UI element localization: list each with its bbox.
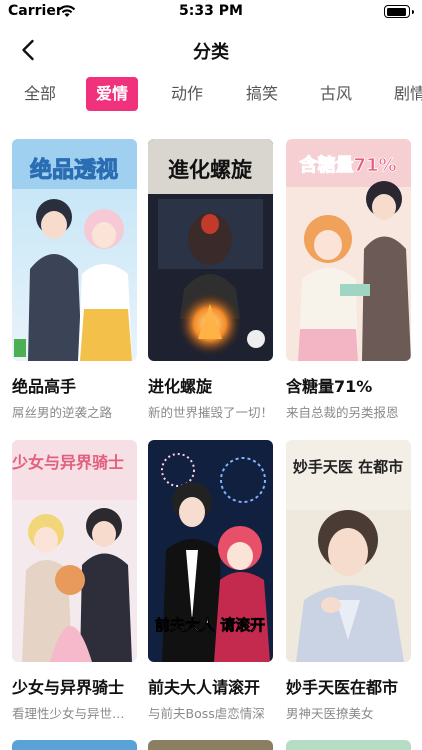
tab-action[interactable]: 动作 — [161, 77, 213, 111]
comic-cover: 妙手天医 在都市 — [286, 440, 411, 662]
comic-subtitle: 与前夫Boss虐恋情深 — [148, 706, 265, 721]
cover-title-text: 進化螺旋 — [168, 157, 253, 182]
page-title: 分类 — [193, 42, 229, 63]
tab-comedy[interactable]: 搞笑 — [236, 77, 288, 111]
clock: 5:33 PM — [179, 3, 243, 19]
cover-title-text: 绝品透视 — [30, 157, 118, 183]
comic-cover-partial[interactable] — [286, 740, 411, 750]
comic-title: 进化螺旋 — [148, 377, 213, 396]
comic-subtitle: 新的世界摧毁了一切！ — [148, 405, 273, 420]
comic-cover: 前夫大人 请滚开 — [148, 440, 273, 662]
cover-title-text: 含糖量71% — [299, 154, 396, 176]
status-bar: Carrier 5:33 PM — [0, 0, 422, 26]
comic-subtitle: 男神天医撩美女 — [286, 706, 374, 721]
cover-title-text: 少女与异界骑士 — [12, 453, 124, 472]
cover-title-text: 前夫大人 请滚开 — [155, 616, 265, 634]
tab-all[interactable]: 全部 — [14, 77, 66, 111]
battery-icon — [384, 5, 414, 18]
comic-subtitle: 看理性少女与异世界骑士 — [12, 706, 137, 721]
comic-card[interactable]: 進化螺旋 进化螺旋 新的世界摧毁了一切！ — [148, 139, 273, 421]
tab-romance[interactable]: 爱情 — [86, 77, 139, 111]
comic-cover-partial[interactable] — [12, 740, 137, 750]
comic-subtitle: 屌丝男的逆袭之路 — [12, 405, 113, 420]
comic-title: 绝品高手 — [12, 377, 77, 396]
comic-card[interactable]: 妙手天医 在都市 妙手天医在都市 男神天医撩美女 — [286, 440, 411, 722]
comic-cover-partial[interactable] — [148, 740, 273, 750]
cover-title-text: 妙手天医 在都市 — [293, 458, 403, 476]
comic-card[interactable]: 含糖量71% 含糖量71% 来自总裁的另类报恩 — [286, 139, 411, 421]
category-tabs: 全部 爱情 动作 搞笑 古风 剧情 — [0, 77, 422, 113]
comic-card[interactable]: 前夫大人 请滚开 前夫大人请滚开 与前夫Boss虐恋情深 — [148, 440, 273, 722]
comic-title: 前夫大人请滚开 — [148, 678, 261, 697]
comic-cover: 绝品透视 — [12, 139, 137, 361]
comic-card[interactable]: 绝品透视 绝品高手 屌丝男的逆袭之路 — [12, 139, 137, 421]
nav-bar: 分类 — [0, 30, 422, 70]
comic-title: 少女与异界骑士 — [12, 678, 125, 697]
comic-cover: 少女与异界骑士 — [12, 440, 137, 662]
tab-ancient[interactable]: 古风 — [310, 77, 362, 111]
comic-subtitle: 来自总裁的另类报恩 — [286, 405, 399, 420]
comic-card[interactable]: 少女与异界骑士 少女与异界骑士 看理性少女与异世界骑士 — [12, 440, 137, 722]
comic-title: 含糖量71% — [286, 377, 373, 396]
comic-cover: 進化螺旋 — [148, 139, 273, 361]
comic-cover: 含糖量71% — [286, 139, 411, 361]
tab-drama[interactable]: 剧情 — [384, 77, 422, 111]
comic-title: 妙手天医在都市 — [286, 678, 399, 697]
